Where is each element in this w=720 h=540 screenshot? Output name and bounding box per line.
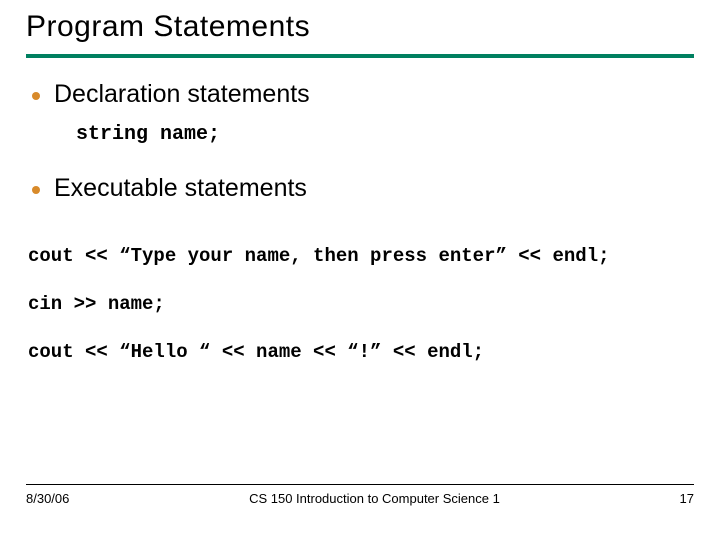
slide-footer: 8/30/06 CS 150 Introduction to Computer … [26,484,694,506]
bullet-item: Declaration statements [26,80,694,109]
bullet-text: Declaration statements [54,80,310,109]
code-line: cin >> name; [28,293,694,315]
footer-row: 8/30/06 CS 150 Introduction to Computer … [26,491,694,506]
title-underline [26,54,694,58]
bullet-item: Executable statements [26,174,694,203]
bullet-icon [32,186,40,194]
footer-course: CS 150 Introduction to Computer Science … [69,491,679,506]
code-line: cout << “Hello “ << name << “!” << endl; [28,341,694,363]
footer-rule [26,484,694,485]
bullet-icon [32,92,40,100]
slide: Program Statements Declaration statement… [0,0,720,540]
code-line: cout << “Type your name, then press ente… [28,245,694,267]
bullet-text: Executable statements [54,174,307,203]
slide-title: Program Statements [26,10,694,44]
footer-page: 17 [680,491,694,506]
code-declaration: string name; [76,123,694,146]
footer-date: 8/30/06 [26,491,69,506]
